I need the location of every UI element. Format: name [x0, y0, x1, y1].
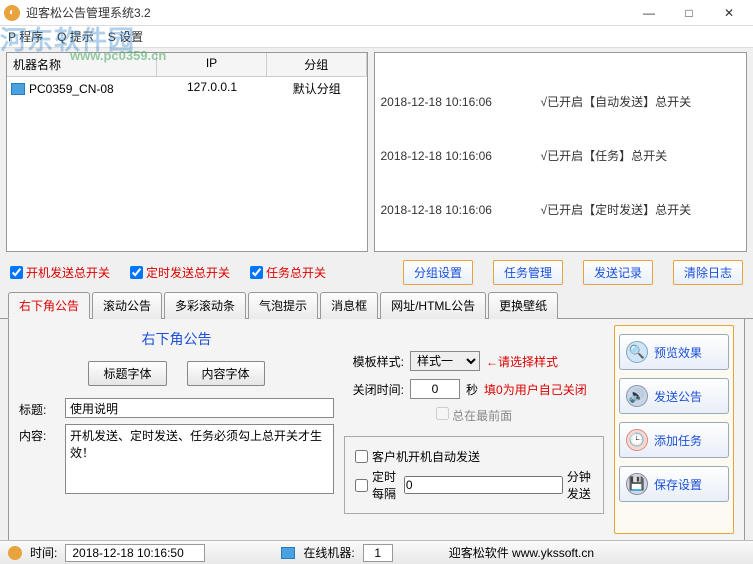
status-online-value: 1: [363, 544, 393, 562]
disk-icon: 💾: [626, 473, 648, 495]
form-heading: 右下角公告: [19, 325, 334, 353]
group-settings-button[interactable]: 分组设置: [403, 260, 473, 285]
autosend-checkbox[interactable]: [355, 450, 368, 463]
preview-button[interactable]: 🔍预览效果: [619, 334, 729, 370]
menu-tips[interactable]: Q 提示: [57, 28, 94, 45]
clock-icon: 🕒: [626, 429, 648, 451]
pc-icon: [11, 83, 25, 95]
window-title: 迎客松公告管理系统3.2: [26, 4, 629, 21]
menubar: P 程序 Q 提示 S 设置: [0, 26, 753, 48]
status-brand: 迎客松软件 www.ykssoft.cn: [449, 544, 594, 561]
closetime-input[interactable]: [410, 379, 460, 399]
closetime-unit: 秒: [466, 381, 478, 398]
tab-body: 右下角公告 标题字体 内容字体 标题: 内容: 开机发送、定时发送、任务必须勾上…: [8, 319, 745, 541]
add-task-button[interactable]: 🕒添加任务: [619, 422, 729, 458]
clear-log-button[interactable]: 清除日志: [673, 260, 743, 285]
action-panel: 🔍预览效果 🔊发送公告 🕒添加任务 💾保存设置: [614, 325, 734, 534]
magnifier-icon: 🔍: [626, 341, 648, 363]
tab-wallpaper[interactable]: 更换壁纸: [488, 292, 558, 319]
content-label: 内容:: [19, 424, 59, 444]
log-line: 2018-12-18 10:16:06√已开启【定时发送】总开关: [381, 201, 741, 219]
col-ip[interactable]: IP: [157, 53, 267, 76]
topmost-checkbox: [436, 407, 449, 420]
minimize-button[interactable]: —: [629, 1, 669, 25]
status-icon: [8, 546, 22, 560]
task-manage-button[interactable]: 任务管理: [493, 260, 563, 285]
topmost-check[interactable]: 总在最前面: [436, 407, 512, 424]
task-switch-checkbox[interactable]: [250, 266, 263, 279]
tabstrip: 右下角公告 滚动公告 多彩滚动条 气泡提示 消息框 网址/HTML公告 更换壁纸: [0, 291, 753, 319]
timed-unit: 分钟发送: [567, 468, 593, 502]
menu-program[interactable]: P 程序: [8, 28, 43, 45]
template-select[interactable]: 样式一: [410, 351, 480, 371]
machine-list[interactable]: 机器名称 IP 分组 PC0359_CN-08 127.0.0.1 默认分组: [6, 52, 368, 252]
tab-msgbox[interactable]: 消息框: [320, 292, 378, 319]
boot-switch[interactable]: 开机发送总开关: [10, 264, 110, 281]
title-label: 标题:: [19, 398, 59, 418]
template-hint: ←请选择样式: [486, 353, 558, 370]
title-font-button[interactable]: 标题字体: [88, 361, 166, 386]
title-input[interactable]: [65, 398, 334, 418]
menu-settings[interactable]: S 设置: [108, 28, 143, 45]
log-line: 2018-12-18 10:16:06√已开启【任务】总开关: [381, 147, 741, 165]
log-line: 2018-12-18 10:16:06√已开启【自动发送】总开关: [381, 93, 741, 111]
maximize-button[interactable]: □: [669, 1, 709, 25]
machine-name: PC0359_CN-08: [29, 82, 114, 96]
machine-ip: 127.0.0.1: [157, 79, 267, 98]
online-icon: [281, 547, 295, 559]
log-pane[interactable]: 2018-12-18 10:16:06√已开启【自动发送】总开关 2018-12…: [374, 52, 748, 252]
timed-input[interactable]: [404, 476, 563, 494]
col-group[interactable]: 分组: [267, 53, 367, 76]
tab-url-html[interactable]: 网址/HTML公告: [380, 292, 486, 319]
close-button[interactable]: ✕: [709, 1, 749, 25]
status-online-label: 在线机器:: [303, 544, 354, 561]
closetime-hint: 填0为用户自己关闭: [484, 381, 587, 398]
timed-check[interactable]: 定时 每隔 分钟发送: [355, 468, 593, 502]
machine-row[interactable]: PC0359_CN-08 127.0.0.1 默认分组: [7, 77, 367, 100]
statusbar: 时间: 2018-12-18 10:16:50 在线机器: 1 迎客松软件 ww…: [0, 540, 753, 564]
tab-corner-notice[interactable]: 右下角公告: [8, 292, 90, 319]
closetime-label: 关闭时间:: [344, 381, 404, 398]
send-button[interactable]: 🔊发送公告: [619, 378, 729, 414]
tab-bubble[interactable]: 气泡提示: [248, 292, 318, 319]
autosend-check[interactable]: 客户机开机自动发送: [355, 448, 593, 465]
save-button[interactable]: 💾保存设置: [619, 466, 729, 502]
content-font-button[interactable]: 内容字体: [187, 361, 265, 386]
boot-switch-checkbox[interactable]: [10, 266, 23, 279]
timer-switch-checkbox[interactable]: [130, 266, 143, 279]
send-options-group: 客户机开机自动发送 定时 每隔 分钟发送: [344, 436, 604, 514]
titlebar: ◐ 迎客松公告管理系统3.2 — □ ✕: [0, 0, 753, 26]
status-time-label: 时间:: [30, 544, 57, 561]
machine-list-header: 机器名称 IP 分组: [7, 53, 367, 77]
timer-switch[interactable]: 定时发送总开关: [130, 264, 230, 281]
content-textarea[interactable]: 开机发送、定时发送、任务必须勾上总开关才生效！: [65, 424, 334, 494]
send-log-button[interactable]: 发送记录: [583, 260, 653, 285]
tab-scroll-notice[interactable]: 滚动公告: [92, 292, 162, 319]
tab-color-scroll[interactable]: 多彩滚动条: [164, 292, 246, 319]
template-label: 模板样式:: [344, 353, 404, 370]
app-icon: ◐: [4, 5, 20, 21]
machine-group: 默认分组: [267, 79, 367, 98]
timed-checkbox[interactable]: [355, 479, 368, 492]
status-time-value: 2018-12-18 10:16:50: [65, 544, 205, 562]
col-name[interactable]: 机器名称: [7, 53, 157, 76]
speaker-icon: 🔊: [626, 385, 648, 407]
task-switch[interactable]: 任务总开关: [250, 264, 326, 281]
